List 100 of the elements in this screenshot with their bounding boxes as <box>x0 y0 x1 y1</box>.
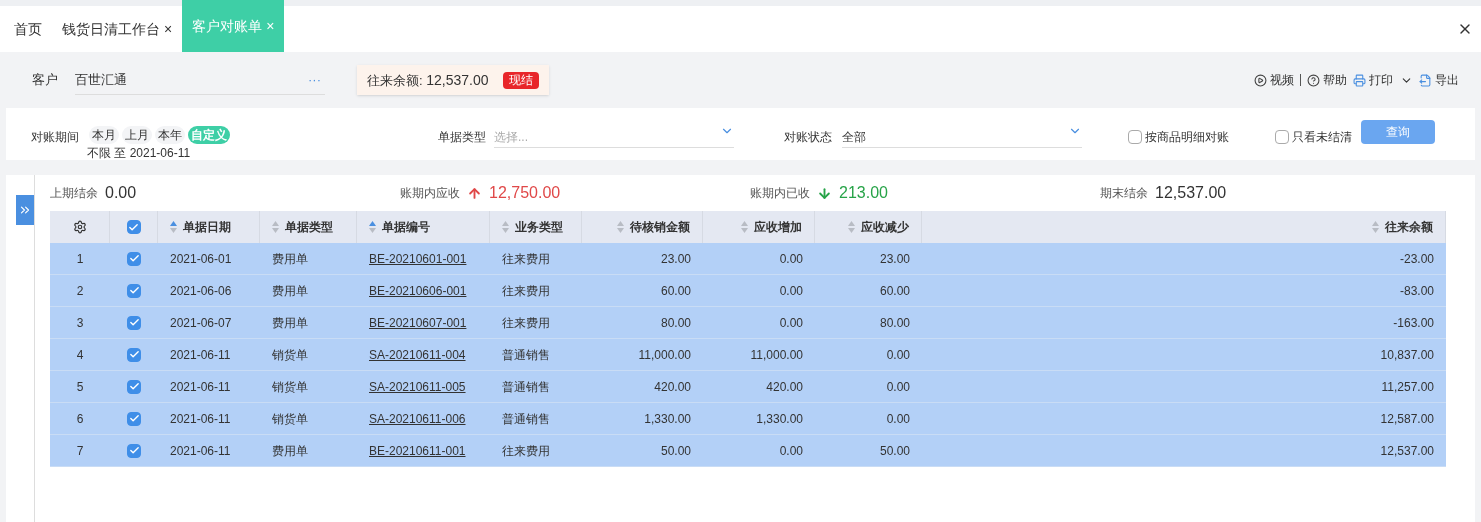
customer-label: 客户 <box>32 71 59 90</box>
table-cell-text: -83.00 <box>1399 282 1434 300</box>
column-header[interactable]: 单据类型 <box>285 218 333 236</box>
column-header[interactable]: 业务类型 <box>515 218 563 236</box>
table-cell-text: 2021-06-11 <box>170 378 231 396</box>
close-tab-button[interactable]: × <box>164 18 173 40</box>
table-cell-text: 50.00 <box>879 442 910 460</box>
table-cell-text: 50.00 <box>660 442 691 460</box>
summary-label: 账期内已收 <box>750 185 810 202</box>
table-cell-text: 普通销售 <box>502 346 550 364</box>
table-row[interactable]: 2 2021-06-06 费用单 BE-20210606-001 往来费用 60.00 0.00 60.00 -83.00 <box>50 275 1446 307</box>
table-cell-text: 11,000.00 <box>638 346 691 364</box>
sort-icon[interactable] <box>617 221 624 233</box>
expand-button[interactable] <box>16 195 34 225</box>
table-cell-text: 销货单 <box>272 346 308 364</box>
help-button[interactable]: 帮助 <box>1307 71 1347 89</box>
period-chip[interactable]: 本月 <box>89 126 119 144</box>
checkbox[interactable] <box>1275 130 1289 144</box>
table-cell-text: -23.00 <box>1399 250 1434 268</box>
document-link[interactable]: BE-20210607-001 <box>369 313 467 332</box>
checkbox-label: 只看未结清 <box>1292 129 1352 146</box>
checkbox[interactable] <box>126 220 141 234</box>
table-cell-text: 80.00 <box>879 314 910 332</box>
summary-value: 12,750.00 <box>489 183 561 203</box>
checkbox[interactable] <box>127 379 141 394</box>
document-link[interactable]: BE-20210601-001 <box>369 249 467 268</box>
double-chevron-icon <box>18 203 32 217</box>
video-button[interactable]: 视频 <box>1254 71 1294 89</box>
table-cell-text: 2021-06-11 <box>170 410 231 428</box>
settings-icon[interactable] <box>72 220 87 234</box>
column-header[interactable]: 往来余额 <box>1385 218 1433 236</box>
summary-label: 期末结余 <box>1100 185 1148 202</box>
table-cell-text: 60.00 <box>879 282 910 300</box>
row-number: 2 <box>76 282 84 300</box>
print-button[interactable]: 打印 <box>1353 71 1413 89</box>
checkbox[interactable] <box>127 315 141 330</box>
table-cell-text: 普通销售 <box>502 410 550 428</box>
column-header[interactable]: 待核销金额 <box>630 218 690 236</box>
column-header[interactable]: 单据编号 <box>382 218 430 236</box>
column-header[interactable]: 应收增加 <box>754 218 802 236</box>
sort-icon[interactable] <box>369 221 376 233</box>
table-row[interactable]: 4 2021-06-11 销货单 SA-20210611-004 普通销售 11,000.00 11,000.00 0.00 10,837.00 <box>50 339 1446 371</box>
doc-type-label: 单据类型 <box>438 129 486 146</box>
table-cell-text: 0.00 <box>779 314 803 332</box>
export-button[interactable]: 导出 <box>1419 71 1459 89</box>
table-cell-text: 11,257.00 <box>1381 378 1434 396</box>
sort-icon[interactable] <box>170 221 177 233</box>
table-row[interactable]: 6 2021-06-11 销货单 SA-20210611-006 普通销售 1,330.00 1,330.00 0.00 12,587.00 <box>50 403 1446 435</box>
table-cell-text: 23.00 <box>879 250 910 268</box>
summary-label: 上期结余 <box>50 185 98 202</box>
sort-icon[interactable] <box>502 221 509 233</box>
checkbox[interactable] <box>127 411 141 426</box>
period-label: 对账期间 <box>31 129 79 146</box>
sort-icon[interactable] <box>272 221 279 233</box>
table-cell-text: 2021-06-11 <box>170 346 231 364</box>
table-cell-text: 420.00 <box>766 378 803 396</box>
table-cell-text: 0.00 <box>779 282 803 300</box>
checkbox[interactable] <box>127 283 141 298</box>
document-link[interactable]: SA-20210611-005 <box>369 377 466 396</box>
checkbox[interactable] <box>127 443 141 458</box>
period-chip[interactable]: 上月 <box>122 126 152 144</box>
document-link[interactable]: SA-20210611-006 <box>369 409 466 428</box>
tab[interactable]: 首页 <box>4 6 52 52</box>
status-label: 对账状态 <box>784 129 832 146</box>
table-cell-text: 0.00 <box>886 378 910 396</box>
table-cell-text: 80.00 <box>660 314 691 332</box>
sort-icon[interactable] <box>848 221 855 233</box>
period-chip[interactable]: 本年 <box>155 126 185 144</box>
customer-field[interactable]: 百世汇通 ··· <box>75 65 325 95</box>
row-number: 7 <box>76 442 84 460</box>
table-cell-text: 10,837.00 <box>1380 346 1434 364</box>
tab[interactable]: 钱货日清工作台 × <box>52 6 183 52</box>
printer-icon <box>1353 73 1366 87</box>
column-header[interactable]: 单据日期 <box>183 218 231 236</box>
row-number: 4 <box>76 346 84 364</box>
row-number: 6 <box>76 410 84 428</box>
sort-icon[interactable] <box>1372 221 1379 233</box>
table-cell-text: 2021-06-07 <box>170 314 232 332</box>
sort-icon[interactable] <box>741 221 748 233</box>
table-row[interactable]: 5 2021-06-11 销货单 SA-20210611-005 普通销售 420.00 420.00 0.00 11,257.00 <box>50 371 1446 403</box>
row-number: 1 <box>76 250 84 268</box>
document-link[interactable]: SA-20210611-004 <box>369 345 466 364</box>
table-row[interactable]: 7 2021-06-11 费用单 BE-20210611-001 往来费用 50.00 0.00 50.00 12,537.00 <box>50 435 1446 467</box>
checkbox[interactable] <box>127 347 141 362</box>
table-row[interactable]: 3 2021-06-07 费用单 BE-20210607-001 往来费用 80.00 0.00 80.00 -163.00 <box>50 307 1446 339</box>
period-range: 不限 至 2021-06-11 <box>87 145 192 162</box>
table-cell-text: 0.00 <box>779 250 803 268</box>
table-cell-text: 普通销售 <box>502 378 550 396</box>
status-select[interactable]: 全部 <box>842 128 1082 148</box>
checkbox[interactable] <box>127 251 141 266</box>
document-link[interactable]: BE-20210606-001 <box>369 281 467 300</box>
summary-value: 12,537.00 <box>1155 183 1227 203</box>
summary-value: 0.00 <box>105 183 137 203</box>
table-cell-text: 费用单 <box>272 250 308 268</box>
column-header[interactable]: 应收减少 <box>861 218 909 236</box>
summary-value: 213.00 <box>839 183 888 203</box>
checkbox[interactable] <box>1128 130 1142 144</box>
document-link[interactable]: BE-20210611-001 <box>369 441 466 460</box>
row-number: 5 <box>76 378 84 396</box>
table-row[interactable]: 1 2021-06-01 费用单 BE-20210601-001 往来费用 23.00 0.00 23.00 -23.00 <box>50 243 1446 275</box>
